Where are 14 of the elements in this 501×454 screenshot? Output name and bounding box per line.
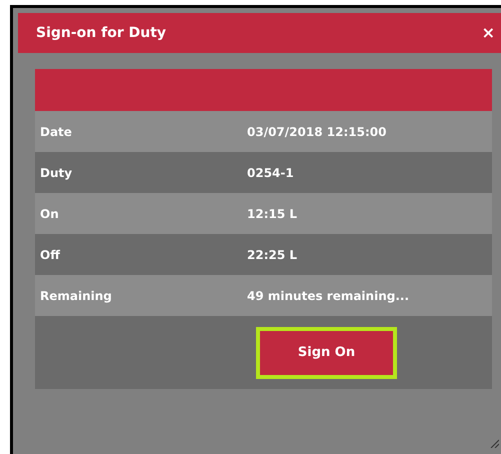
- field-value: 12:15 L: [247, 206, 298, 222]
- sign-on-button[interactable]: Sign On: [256, 326, 397, 378]
- field-value: 49 minutes remaining...: [247, 288, 410, 304]
- resize-grip-icon[interactable]: [489, 438, 499, 448]
- field-value: 0254-1: [247, 164, 294, 182]
- field-label: Date: [39, 124, 73, 140]
- field-label: Duty: [39, 164, 74, 182]
- field-label: On: [39, 206, 60, 222]
- close-button[interactable]: ×: [482, 25, 495, 41]
- field-value: 22:25 L: [247, 246, 298, 264]
- field-label: Remaining: [39, 288, 113, 304]
- field-value: 03/07/2018 12:15:00: [247, 124, 386, 140]
- field-label: Off: [39, 246, 62, 264]
- window-title: Sign-on for Duty: [36, 24, 166, 42]
